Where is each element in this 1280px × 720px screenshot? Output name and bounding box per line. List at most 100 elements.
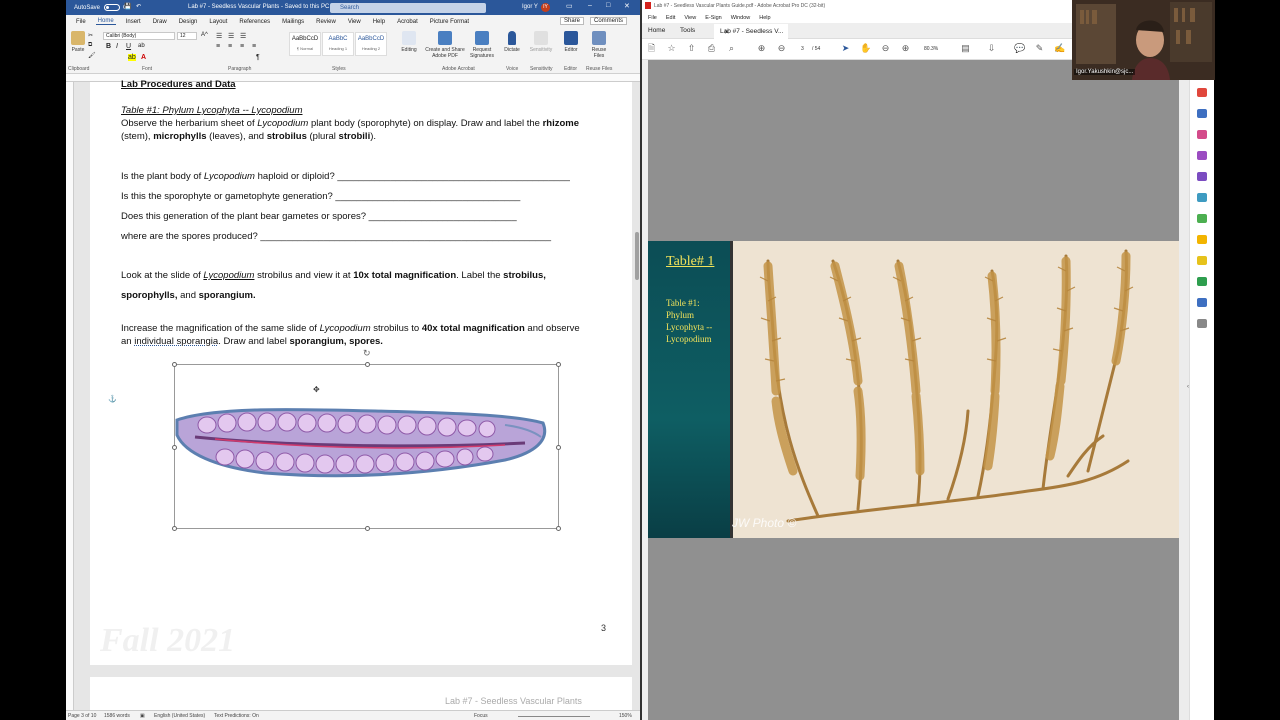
scan-ocr-icon[interactable]: [1197, 277, 1207, 286]
resize-handle[interactable]: [365, 526, 370, 531]
menu-edit[interactable]: Edit: [663, 15, 678, 21]
menu-window[interactable]: Window: [728, 15, 754, 21]
style-heading-1[interactable]: AaBbC Heading 1: [322, 32, 354, 56]
cut-icon[interactable]: ✂: [88, 32, 93, 39]
tab-insert[interactable]: Insert: [124, 19, 143, 25]
prev-page-icon[interactable]: ⊕: [756, 43, 767, 54]
rotate-handle-icon[interactable]: ↻: [363, 348, 371, 359]
page-fit-icon[interactable]: ▤: [960, 43, 971, 54]
justify-icon[interactable]: ≡: [252, 43, 256, 50]
numbering-icon[interactable]: ☰: [228, 32, 234, 40]
search-icon[interactable]: ⌕: [726, 43, 737, 54]
resize-handle[interactable]: [556, 362, 561, 367]
sign-icon[interactable]: ✍: [1054, 43, 1065, 54]
align-left-icon[interactable]: ≡: [216, 43, 220, 50]
create-share-pdf-button[interactable]: Create and Share Adobe PDF: [424, 31, 466, 59]
comments-button[interactable]: Comments: [590, 17, 628, 25]
menu-esign[interactable]: E-Sign: [702, 15, 725, 21]
autosave-toggle[interactable]: [104, 4, 121, 11]
zoom-level[interactable]: 80.3%: [924, 46, 938, 52]
fill-sign-icon[interactable]: [1197, 172, 1207, 181]
strobilus-image[interactable]: ↻ ✥: [172, 348, 561, 531]
editing-button[interactable]: Editing: [398, 31, 420, 53]
style-heading-2[interactable]: AaBbCcD Heading 2: [355, 32, 387, 56]
tab-help[interactable]: Help: [371, 19, 387, 25]
menu-file[interactable]: File: [645, 15, 660, 21]
anchor-icon[interactable]: ⚓: [108, 395, 117, 403]
resize-handle[interactable]: [556, 526, 561, 531]
tab-design[interactable]: Design: [177, 19, 200, 25]
send-for-signature-icon[interactable]: [1197, 193, 1207, 202]
organize-pages-icon[interactable]: [1197, 214, 1207, 223]
save-icon[interactable]: 💾: [124, 3, 131, 10]
menu-view[interactable]: View: [681, 15, 699, 21]
document-page[interactable]: Lab Procedures and Data Table #1: Phylum…: [90, 79, 632, 665]
create-pdf-icon[interactable]: [1197, 109, 1207, 118]
zoom-out-icon[interactable]: ⊖: [880, 43, 891, 54]
menu-help[interactable]: Help: [756, 15, 773, 21]
request-signatures-button[interactable]: Request Signatures: [469, 31, 495, 59]
resize-handle[interactable]: [556, 445, 561, 450]
page-current[interactable]: 3: [801, 46, 804, 52]
edit-pdf-icon[interactable]: [1197, 151, 1207, 160]
maximize-icon[interactable]: □: [606, 2, 610, 9]
pilcrow-icon[interactable]: ¶: [256, 54, 260, 61]
copy-icon[interactable]: ⧉: [88, 42, 92, 49]
word-count[interactable]: 1586 words: [104, 713, 130, 719]
resize-handle[interactable]: [172, 362, 177, 367]
stamp-icon[interactable]: [1197, 256, 1207, 265]
strikethrough-icon[interactable]: ab: [138, 43, 145, 49]
tab-tools[interactable]: Tools: [680, 27, 695, 34]
save-icon[interactable]: 🗎: [646, 43, 657, 54]
tab-draw[interactable]: Draw: [151, 19, 169, 25]
search-input[interactable]: Search: [330, 3, 486, 13]
close-tab-icon[interactable]: ✕: [724, 28, 729, 36]
tab-mailings[interactable]: Mailings: [280, 19, 306, 25]
comment-icon[interactable]: 💬: [1014, 43, 1025, 54]
multilevel-list-icon[interactable]: ☰: [240, 32, 246, 40]
select-cursor-icon[interactable]: ➤: [840, 43, 851, 54]
focus-button[interactable]: Focus: [474, 713, 488, 719]
protect-icon[interactable]: [1197, 298, 1207, 307]
tab-references[interactable]: References: [237, 19, 272, 25]
comment-tool-icon[interactable]: [1197, 235, 1207, 244]
underline-icon[interactable]: U: [126, 43, 131, 50]
resize-handle[interactable]: [172, 526, 177, 531]
minimize-icon[interactable]: –: [588, 2, 592, 9]
tab-picture-format[interactable]: Picture Format: [428, 19, 471, 25]
ribbon-display-icon[interactable]: ▭: [566, 2, 573, 10]
avatar[interactable]: IY: [541, 3, 550, 12]
tab-acrobat[interactable]: Acrobat: [395, 19, 420, 25]
editor-button[interactable]: Editor: [561, 31, 581, 53]
vertical-ruler[interactable]: [66, 82, 74, 710]
undo-icon[interactable]: ↶: [136, 3, 141, 10]
more-tools-icon[interactable]: [1197, 319, 1207, 328]
next-page-icon[interactable]: ⊖: [776, 43, 787, 54]
bookmark-star-icon[interactable]: ☆: [666, 43, 677, 54]
tab-view[interactable]: View: [346, 19, 363, 25]
upload-icon[interactable]: ⇧: [686, 43, 697, 54]
zoom-slider[interactable]: [518, 716, 590, 717]
dictate-button[interactable]: Dictate: [502, 31, 522, 53]
zoom-level[interactable]: 150%: [619, 713, 632, 719]
italic-icon[interactable]: I: [116, 43, 118, 50]
format-painter-icon[interactable]: 🖌: [88, 52, 96, 59]
font-color-icon[interactable]: A: [141, 54, 146, 61]
document-tab[interactable]: Lab #7 - Seedless V... ✕: [714, 24, 788, 39]
print-icon[interactable]: ⎙: [706, 43, 717, 54]
style-normal[interactable]: AaBbCcD ¶ Normal: [289, 32, 321, 56]
resize-handle[interactable]: [365, 362, 370, 367]
share-button[interactable]: Share: [560, 17, 585, 25]
paste-button[interactable]: Paste: [70, 31, 86, 53]
zoom-in-icon[interactable]: ⊕: [900, 43, 911, 54]
font-size-select[interactable]: 12: [177, 32, 197, 40]
export-pdf-icon[interactable]: [1197, 88, 1207, 97]
align-center-icon[interactable]: ≡: [228, 43, 232, 50]
combine-files-icon[interactable]: [1197, 130, 1207, 139]
sensitivity-button[interactable]: Sensitivity: [527, 31, 555, 53]
align-right-icon[interactable]: ≡: [240, 43, 244, 50]
resize-handle[interactable]: [172, 445, 177, 450]
highlight-pen-icon[interactable]: ✎: [1034, 43, 1045, 54]
highlight-icon[interactable]: ab: [128, 54, 136, 61]
proofing-icon[interactable]: ▣: [140, 713, 145, 719]
